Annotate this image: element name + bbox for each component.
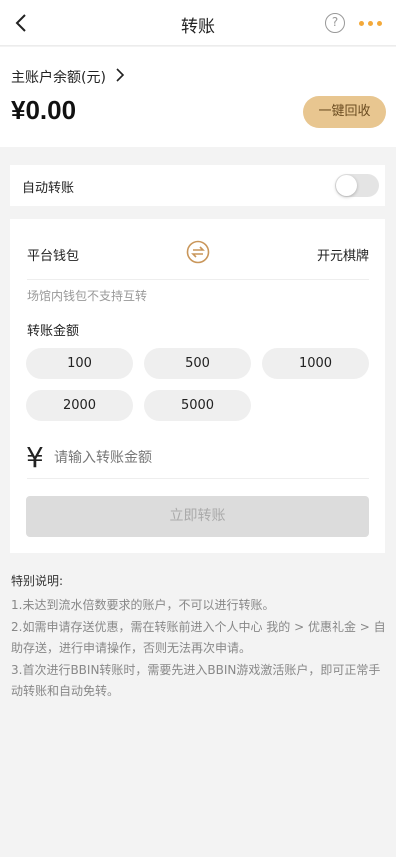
more-dots-icon	[359, 21, 364, 26]
notes-list: 1.未达到流水倍数要求的账户，不可以进行转账。 2.如需申请存送优惠，需在转账前…	[11, 595, 389, 703]
balance-label[interactable]: 主账户余额(元)	[11, 67, 106, 87]
help-icon: ?	[331, 15, 339, 29]
wallet-note: 场馆内钱包不支持互转	[27, 289, 148, 303]
quick-amount-2000[interactable]: 2000	[26, 390, 133, 421]
toggle-knob	[336, 175, 357, 196]
note-item: 2.如需申请存送优惠，需在转账前进入个人中心 我的 > 优惠礼金 > 自助存送，…	[11, 619, 386, 656]
from-wallet[interactable]: 平台钱包	[27, 245, 79, 264]
amount-input[interactable]	[54, 445, 368, 471]
balance-card: 主账户余额(元) ¥0.00 一键回收	[0, 47, 396, 147]
to-wallet[interactable]: 开元棋牌	[317, 245, 369, 264]
currency-icon: ¥	[26, 441, 44, 474]
quick-amount-100[interactable]: 100	[26, 348, 133, 379]
auto-transfer-toggle[interactable]	[335, 174, 379, 197]
divider	[27, 478, 369, 479]
notes-title: 特别说明:	[11, 574, 64, 588]
reclaim-all-button[interactable]: 一键回收	[303, 96, 386, 128]
divider	[27, 279, 369, 280]
chevron-right-icon[interactable]	[114, 68, 126, 82]
help-button[interactable]: ?	[325, 13, 345, 33]
quick-amount-5000[interactable]: 5000	[144, 390, 251, 421]
quick-amount-500[interactable]: 500	[144, 348, 251, 379]
amount-label: 转账金额	[27, 324, 80, 339]
app-header: 转账 ?	[0, 0, 396, 46]
more-button[interactable]	[356, 13, 384, 33]
balance-amount: ¥0.00	[11, 95, 77, 125]
swap-icon[interactable]	[186, 240, 210, 264]
note-item: 1.未达到流水倍数要求的账户，不可以进行转账。	[11, 598, 275, 612]
transfer-now-button[interactable]: 立即转账	[26, 496, 369, 537]
more-dot	[377, 21, 382, 26]
transfer-card: 平台钱包 开元棋牌 场馆内钱包不支持互转 转账金额 100 500 1000 2…	[10, 219, 385, 553]
note-item: 3.首次进行BBIN转账时，需要先进入BBIN游戏激活账户，即可正常手动转账和自…	[11, 662, 381, 699]
quick-amount-1000[interactable]: 1000	[262, 348, 369, 379]
more-dot	[368, 21, 373, 26]
auto-transfer-label: 自动转账	[22, 181, 75, 196]
auto-transfer-row: 自动转账	[10, 165, 385, 206]
